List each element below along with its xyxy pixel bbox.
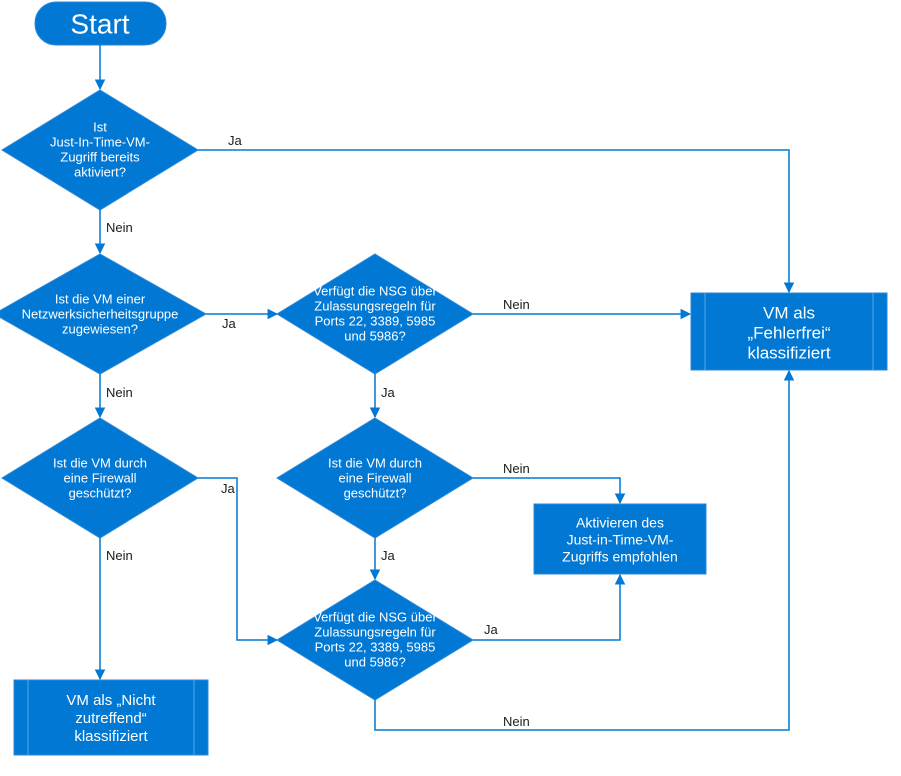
svg-text:Aktivieren des: Aktivieren des	[576, 515, 664, 531]
svg-text:Just-in-Time-VM-: Just-in-Time-VM-	[567, 532, 674, 548]
edge-d4-nein-label: Nein	[503, 297, 530, 312]
edge-d3-ja	[198, 478, 277, 640]
svg-text:geschützt?: geschützt?	[69, 485, 132, 500]
svg-text:und 5986?: und 5986?	[344, 328, 405, 343]
svg-text:Zugriff bereits: Zugriff bereits	[60, 149, 140, 164]
decision-firewall-right: Ist die VM durch eine Firewall geschützt…	[277, 418, 473, 538]
edge-d6-ja-label: Ja	[484, 622, 499, 637]
decision-firewall-left: Ist die VM durch eine Firewall geschützt…	[2, 418, 198, 538]
svg-text:Verfügt die NSG über: Verfügt die NSG über	[313, 609, 437, 624]
edge-d3-nein-label: Nein	[106, 548, 133, 563]
result-recommend: Aktivieren des Just-in-Time-VM- Zugriffs…	[534, 504, 706, 574]
svg-text:aktiviert?: aktiviert?	[74, 164, 126, 179]
svg-text:Zulassungsregeln für: Zulassungsregeln für	[314, 298, 436, 313]
edge-d4-ja-label: Ja	[381, 385, 396, 400]
svg-text:klassifiziert: klassifiziert	[74, 728, 148, 745]
svg-text:Verfügt die NSG über: Verfügt die NSG über	[313, 283, 437, 298]
svg-text:Just-In-Time-VM-: Just-In-Time-VM-	[50, 134, 150, 149]
svg-text:Ports 22, 3389, 5985: Ports 22, 3389, 5985	[315, 639, 436, 654]
edge-d5-ja-label: Ja	[381, 548, 396, 563]
result-healthy: VM als „Fehlerfrei“ klassifiziert	[691, 293, 887, 370]
svg-text:Zugriffs empfohlen: Zugriffs empfohlen	[562, 549, 678, 565]
svg-text:Ist die VM einer: Ist die VM einer	[55, 291, 146, 306]
edge-d3-ja-label: Ja	[221, 481, 236, 496]
edge-d6-nein-label: Nein	[503, 714, 530, 729]
svg-text:Ist die VM durch: Ist die VM durch	[328, 455, 422, 470]
svg-text:klassifiziert: klassifiziert	[747, 343, 830, 362]
decision-nsg-assigned: Ist die VM einer Netzwerksicherheitsgrup…	[0, 254, 206, 374]
result-not-applicable: VM als „Nicht zutreffend“ klassifiziert	[14, 680, 208, 755]
svg-text:Ist die VM durch: Ist die VM durch	[53, 455, 147, 470]
svg-text:und 5986?: und 5986?	[344, 654, 405, 669]
flowchart: Start Ist Just-In-Time-VM- Zugriff berei…	[0, 0, 901, 776]
decision-jit-enabled: Ist Just-In-Time-VM- Zugriff bereits akt…	[2, 90, 198, 210]
svg-text:Ports 22, 3389, 5985: Ports 22, 3389, 5985	[315, 313, 436, 328]
svg-text:eine Firewall: eine Firewall	[339, 470, 412, 485]
start-node: Start	[35, 2, 166, 45]
svg-text:geschützt?: geschützt?	[344, 485, 407, 500]
edge-d2-ja-label: Ja	[222, 316, 237, 331]
edge-d1-ja	[198, 150, 789, 292]
svg-text:VM als: VM als	[763, 303, 815, 322]
start-label: Start	[70, 8, 129, 39]
svg-text:„Fehlerfrei“: „Fehlerfrei“	[747, 323, 830, 342]
svg-text:eine Firewall: eine Firewall	[64, 470, 137, 485]
edge-d1-ja-label: Ja	[228, 133, 243, 148]
svg-text:Netzwerksicherheitsgruppe: Netzwerksicherheitsgruppe	[22, 306, 179, 321]
svg-text:VM als „Nicht: VM als „Nicht	[66, 692, 156, 709]
edge-d2-nein-label: Nein	[106, 385, 133, 400]
svg-text:zutreffend“: zutreffend“	[75, 710, 146, 727]
edge-d5-nein-label: Nein	[503, 461, 530, 476]
svg-text:zugewiesen?: zugewiesen?	[62, 321, 138, 336]
decision-nsg-rules-top: Verfügt die NSG über Zulassungsregeln fü…	[277, 254, 473, 374]
edge-d1-nein-label: Nein	[106, 220, 133, 235]
edge-d5-nein	[473, 478, 620, 503]
svg-text:Ist: Ist	[93, 119, 107, 134]
decision-nsg-rules-bottom: Verfügt die NSG über Zulassungsregeln fü…	[277, 580, 473, 700]
svg-text:Zulassungsregeln für: Zulassungsregeln für	[314, 624, 436, 639]
